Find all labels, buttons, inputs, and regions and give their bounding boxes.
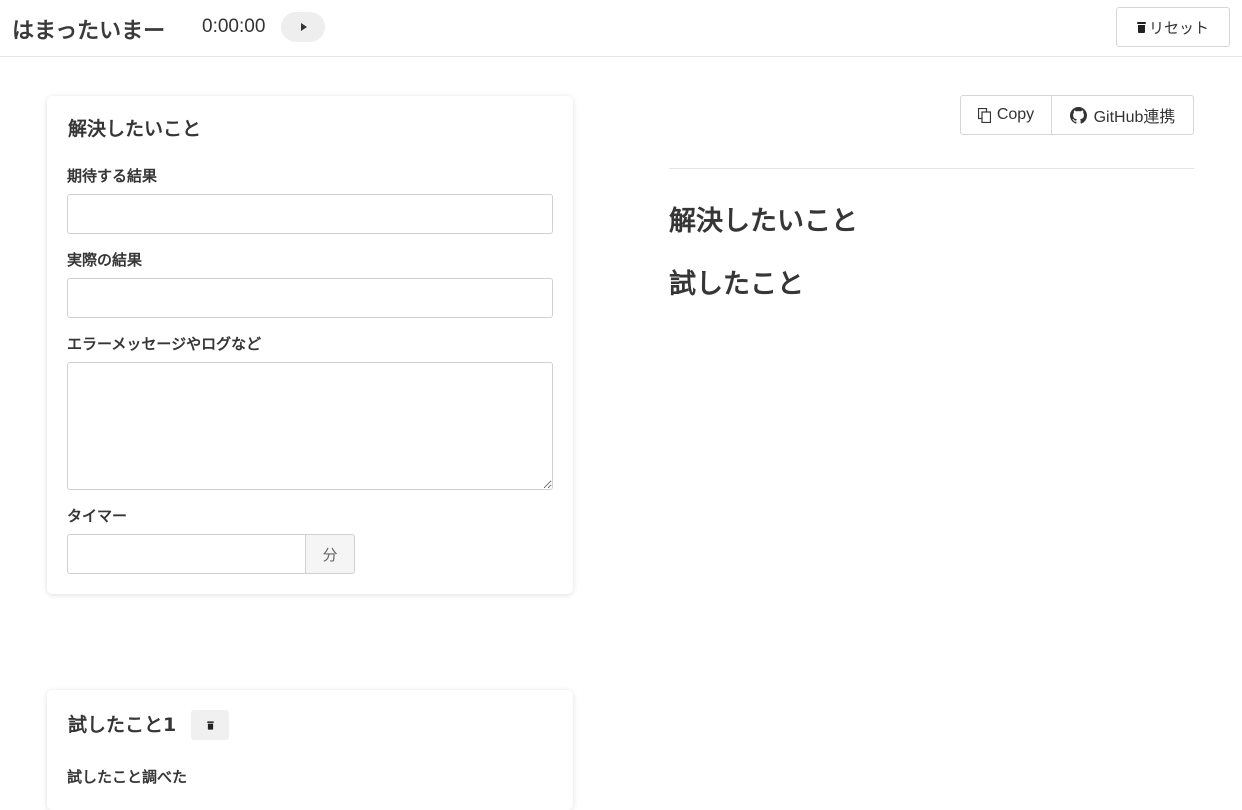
tried-field-label: 試したこと調べた (67, 768, 188, 786)
expected-result-label: 期待する結果 (67, 167, 158, 185)
tried-card: 試したこと1 試したこと調べた (47, 690, 573, 810)
trash-icon (1136, 21, 1146, 33)
app-title: はまったいまー (12, 19, 166, 44)
github-label: GitHub連携 (1093, 109, 1176, 126)
timer-minutes-input[interactable] (67, 534, 306, 574)
top-bar: はまったいまー 0:00:00 リセット (0, 0, 1242, 57)
actual-result-label: 実際の結果 (67, 251, 143, 269)
delete-tried-button[interactable] (191, 710, 229, 740)
play-button[interactable] (281, 12, 325, 42)
github-icon (1069, 106, 1087, 124)
expected-result-input[interactable] (67, 194, 553, 234)
trash-icon (207, 721, 214, 730)
preview-heading-problem: 解決したいこと (669, 206, 858, 237)
play-icon (301, 23, 307, 31)
preview-heading-tried: 試したこと (669, 269, 804, 300)
copy-icon (977, 107, 991, 123)
elapsed-timer: 0:00:00 (202, 16, 266, 37)
preview-divider (669, 168, 1194, 169)
card-title: 解決したいこと (68, 118, 202, 140)
timer-label: タイマー (67, 507, 128, 525)
error-log-label: エラーメッセージやログなど (67, 335, 262, 353)
preview-toolbar: Copy GitHub連携 (960, 95, 1194, 135)
problem-card: 解決したいこと 期待する結果 実際の結果 エラーメッセージやログなど タイマー … (47, 96, 573, 594)
reset-button[interactable]: リセット (1116, 7, 1230, 47)
github-button[interactable]: GitHub連携 (1052, 95, 1194, 135)
timer-unit-addon: 分 (305, 534, 355, 574)
tried-card-title: 試したこと1 (68, 714, 177, 736)
copy-label: Copy (996, 106, 1035, 123)
copy-button[interactable]: Copy (960, 95, 1052, 135)
error-log-textarea[interactable] (67, 362, 553, 490)
actual-result-input[interactable] (67, 278, 553, 318)
reset-label: リセット (1148, 18, 1209, 37)
